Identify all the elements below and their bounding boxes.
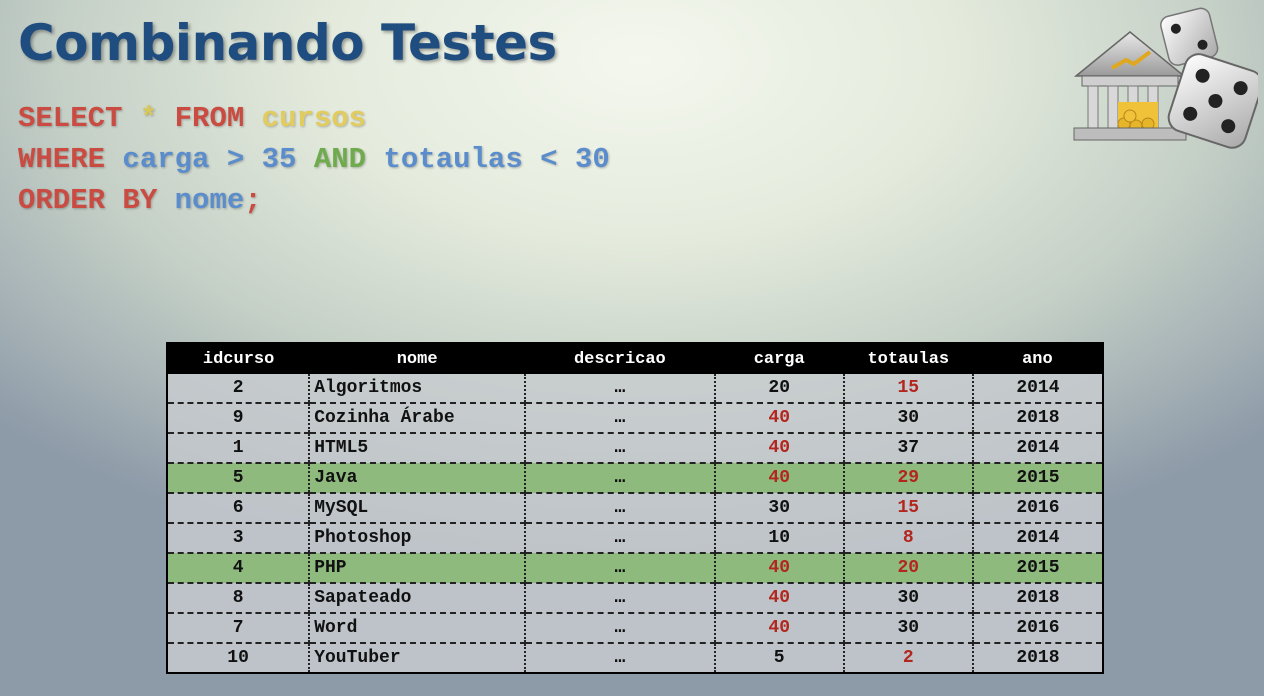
table-row: 8 Sapateado … 40 30 2018	[167, 583, 1103, 614]
cell-totaulas: 8	[843, 523, 974, 554]
sql-keyword-select: SELECT	[18, 102, 123, 135]
cell-idcurso: 9	[167, 403, 311, 434]
cell-ano: 2018	[972, 403, 1103, 434]
table-row: 2 Algoritmos … 20 15 2014	[167, 374, 1103, 404]
cell-totaulas: 37	[843, 433, 974, 464]
cell-carga: 30	[714, 493, 845, 524]
table-row: 7 Word … 40 30 2016	[167, 613, 1103, 644]
cell-ano: 2014	[972, 433, 1103, 464]
sql-query: SELECT * FROM cursos WHERE carga > 35 AND…	[18, 98, 610, 221]
cell-idcurso: 5	[167, 463, 311, 494]
cell-nome: Photoshop	[309, 523, 527, 554]
header-totaulas: totaulas	[843, 343, 973, 374]
cell-descricao: …	[525, 613, 716, 644]
cell-carga: 40	[714, 583, 845, 614]
cell-descricao: …	[525, 523, 716, 554]
cell-descricao: …	[525, 433, 716, 464]
table-row-highlighted: 5 Java … 40 29 2015	[167, 463, 1103, 494]
cell-nome: YouTuber	[309, 643, 527, 673]
sql-table-name: cursos	[261, 102, 367, 135]
sql-column-totaulas: totaulas	[383, 143, 523, 176]
cell-idcurso: 3	[167, 523, 311, 554]
sql-semicolon: ;	[244, 184, 262, 217]
sql-line-3: ORDER BY nome;	[18, 180, 610, 221]
sql-column-carga: carga	[122, 143, 210, 176]
cell-descricao: …	[525, 463, 716, 494]
table-row: 10 YouTuber … 5 2 2018	[167, 643, 1103, 673]
cell-nome: Java	[309, 463, 527, 494]
cell-descricao: …	[525, 493, 716, 524]
cell-totaulas: 20	[843, 553, 974, 584]
cell-nome: Cozinha Árabe	[309, 403, 527, 434]
sql-line-2: WHERE carga > 35 AND totaulas < 30	[18, 139, 610, 180]
sql-keyword-from: FROM	[174, 102, 245, 135]
cell-nome: MySQL	[309, 493, 527, 524]
sql-operator-gt: >	[226, 143, 245, 176]
cell-totaulas: 30	[843, 403, 974, 434]
table-row-highlighted: 4 PHP … 40 20 2015	[167, 553, 1103, 584]
cell-idcurso: 7	[167, 613, 311, 644]
cell-idcurso: 8	[167, 583, 311, 614]
cell-idcurso: 6	[167, 493, 311, 524]
sql-value-35: 35	[261, 143, 297, 176]
cell-descricao: …	[525, 403, 716, 434]
sql-keyword-order-by: ORDER BY	[18, 184, 158, 217]
cell-carga: 40	[714, 403, 845, 434]
slide-title: Combinando Testes	[18, 14, 557, 72]
header-idcurso: idcurso	[167, 343, 310, 374]
cell-ano: 2016	[972, 493, 1103, 524]
cell-ano: 2015	[972, 463, 1103, 494]
table-row: 3 Photoshop … 10 8 2014	[167, 523, 1103, 554]
cell-idcurso: 10	[167, 643, 311, 673]
cell-totaulas: 15	[843, 493, 974, 524]
header-descricao: descricao	[525, 343, 715, 374]
cell-totaulas: 30	[843, 583, 974, 614]
table-row: 1 HTML5 … 40 37 2014	[167, 433, 1103, 464]
cell-idcurso: 1	[167, 433, 311, 464]
cell-totaulas: 2	[843, 643, 974, 673]
cell-carga: 20	[714, 374, 845, 404]
cell-descricao: …	[525, 374, 716, 404]
cell-nome: Algoritmos	[309, 374, 527, 404]
cell-carga: 40	[714, 433, 845, 464]
sql-operator-lt: <	[540, 143, 558, 176]
cell-ano: 2014	[972, 523, 1103, 554]
cell-totaulas: 29	[843, 463, 974, 494]
cell-carga: 5	[714, 643, 845, 673]
cell-totaulas: 30	[843, 613, 974, 644]
table-header-row: idcurso nome descricao carga totaulas an…	[167, 343, 1103, 374]
cursos-table: idcurso nome descricao carga totaulas an…	[166, 342, 1104, 674]
cell-nome: Word	[309, 613, 527, 644]
sql-value-30: 30	[574, 143, 610, 176]
cell-descricao: …	[525, 643, 716, 673]
cell-nome: PHP	[309, 553, 527, 584]
header-carga: carga	[714, 343, 844, 374]
cell-descricao: …	[525, 583, 716, 614]
sql-line-1: SELECT * FROM cursos	[18, 98, 610, 139]
cell-ano: 2015	[972, 553, 1103, 584]
cell-carga: 40	[714, 553, 845, 584]
sql-keyword-and: AND	[313, 143, 367, 176]
cell-totaulas: 15	[843, 374, 974, 404]
sql-column-nome: nome	[174, 184, 245, 217]
cell-carga: 40	[714, 463, 845, 494]
sql-star: *	[139, 102, 158, 135]
cell-ano: 2018	[972, 583, 1103, 614]
header-nome: nome	[309, 343, 526, 374]
table-row: 6 MySQL … 30 15 2016	[167, 493, 1103, 524]
cell-ano: 2014	[972, 374, 1103, 404]
header-ano: ano	[972, 343, 1103, 374]
cell-ano: 2016	[972, 613, 1103, 644]
cell-nome: HTML5	[309, 433, 527, 464]
cell-carga: 40	[714, 613, 845, 644]
cell-idcurso: 2	[167, 374, 311, 404]
sql-keyword-where: WHERE	[18, 143, 106, 176]
cell-nome: Sapateado	[309, 583, 527, 614]
cell-idcurso: 4	[167, 553, 311, 584]
cell-descricao: …	[525, 553, 716, 584]
cell-carga: 10	[714, 523, 845, 554]
table-row: 9 Cozinha Árabe … 40 30 2018	[167, 403, 1103, 434]
bank-and-dice-icon	[1073, 7, 1258, 149]
cell-ano: 2018	[972, 643, 1103, 673]
